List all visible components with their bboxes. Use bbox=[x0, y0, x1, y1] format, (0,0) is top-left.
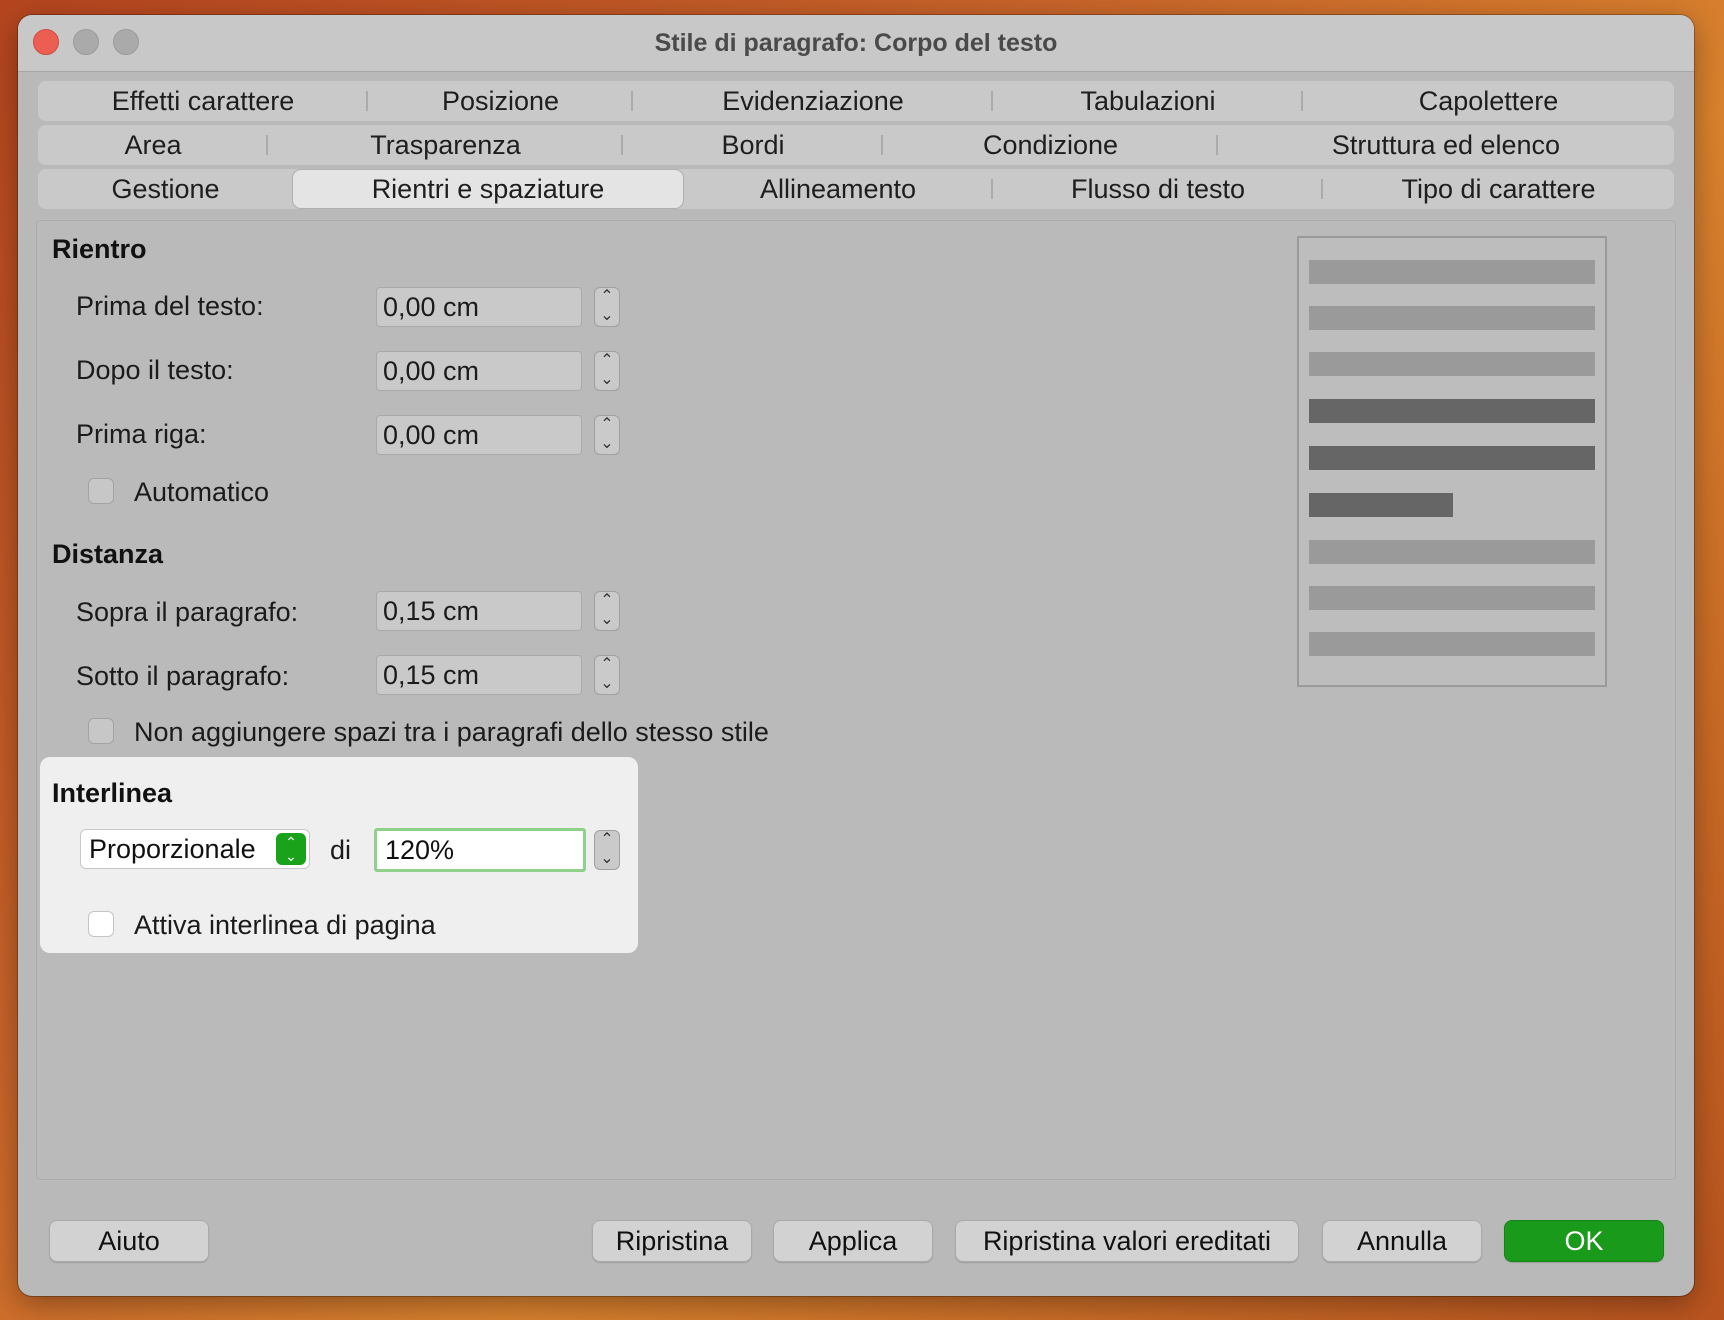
applica-button[interactable]: Applica bbox=[773, 1220, 933, 1262]
window-title: Stile di paragrafo: Corpo del testo bbox=[654, 29, 1058, 57]
section-distanza-heading: Distanza bbox=[52, 539, 164, 569]
sotto-il-paragrafo-input[interactable]: 0,15 cm bbox=[376, 655, 582, 695]
tab-row-3: Gestione Rientri e spaziature Allineamen… bbox=[38, 169, 1674, 209]
attiva-interlinea-di-pagina-checkbox[interactable] bbox=[88, 911, 114, 937]
sopra-il-paragrafo-spin-icon[interactable]: ⌃ ⌄ bbox=[594, 591, 620, 631]
sotto-il-paragrafo-spin-icon[interactable]: ⌃ ⌄ bbox=[594, 655, 620, 695]
annulla-button[interactable]: Annulla bbox=[1322, 1220, 1482, 1262]
tab-tipo-di-carattere[interactable]: Tipo di carattere bbox=[1323, 169, 1674, 209]
preview-line bbox=[1309, 306, 1595, 330]
prima-riga-spin-icon[interactable]: ⌃ ⌄ bbox=[594, 415, 620, 455]
tab-evidenziazione[interactable]: Evidenziazione bbox=[633, 81, 993, 121]
interlinea-spin-icon[interactable]: ⌃ ⌄ bbox=[594, 830, 620, 870]
automatico-checkbox[interactable] bbox=[88, 478, 114, 504]
dopo-il-testo-label: Dopo il testo: bbox=[76, 355, 234, 385]
sopra-il-paragrafo-label: Sopra il paragrafo: bbox=[76, 597, 299, 627]
preview-line-current bbox=[1309, 493, 1453, 517]
tab-tabulazioni[interactable]: Tabulazioni bbox=[993, 81, 1303, 121]
interlinea-mode-select[interactable]: Proporzionale ⌃ ⌄ bbox=[80, 829, 310, 869]
preview-line bbox=[1309, 540, 1595, 564]
tab-row-1: Effetti carattere Posizione Evidenziazio… bbox=[38, 81, 1674, 121]
preview-line-current bbox=[1309, 446, 1595, 470]
tab-struttura-ed-elenco[interactable]: Struttura ed elenco bbox=[1218, 125, 1674, 165]
preview-line bbox=[1309, 352, 1595, 376]
preview-line bbox=[1309, 260, 1595, 284]
ok-button[interactable]: OK bbox=[1504, 1220, 1664, 1262]
titlebar: Stile di paragrafo: Corpo del testo bbox=[18, 15, 1694, 72]
tab-area[interactable]: Area bbox=[38, 125, 268, 165]
interlinea-di-label: di bbox=[330, 835, 352, 865]
ripristina-valori-ereditati-button[interactable]: Ripristina valori ereditati bbox=[955, 1220, 1299, 1262]
preview-line bbox=[1309, 632, 1595, 656]
non-aggiungere-spazi-label: Non aggiungere spazi tra i paragrafi del… bbox=[134, 717, 769, 747]
prima-del-testo-label: Prima del testo: bbox=[76, 291, 264, 321]
section-rientro-heading: Rientro bbox=[52, 234, 147, 264]
tab-row-2: Area Trasparenza Bordi Condizione Strutt… bbox=[38, 125, 1674, 165]
tab-gestione[interactable]: Gestione bbox=[38, 169, 293, 209]
sotto-il-paragrafo-label: Sotto il paragrafo: bbox=[76, 661, 290, 691]
paragraph-preview bbox=[1297, 236, 1607, 687]
prima-del-testo-spin-icon[interactable]: ⌃ ⌄ bbox=[594, 287, 620, 327]
tab-rientri-e-spaziature[interactable]: Rientri e spaziature bbox=[293, 170, 683, 208]
preview-line bbox=[1309, 586, 1595, 610]
interlinea-mode-value: Proporzionale bbox=[89, 834, 256, 864]
tab-posizione[interactable]: Posizione bbox=[368, 81, 633, 121]
dopo-il-testo-input[interactable]: 0,00 cm bbox=[376, 351, 582, 391]
aiuto-button[interactable]: Aiuto bbox=[49, 1220, 209, 1262]
ripristina-button[interactable]: Ripristina bbox=[592, 1220, 752, 1262]
select-chevrons-icon: ⌃ ⌄ bbox=[276, 833, 306, 865]
tab-flusso-di-testo[interactable]: Flusso di testo bbox=[993, 169, 1323, 209]
interlinea-value-input[interactable]: 120% bbox=[374, 828, 586, 872]
section-interlinea-heading: Interlinea bbox=[52, 778, 173, 808]
prima-del-testo-input[interactable]: 0,00 cm bbox=[376, 287, 582, 327]
preview-line-current bbox=[1309, 399, 1595, 423]
non-aggiungere-spazi-checkbox[interactable] bbox=[88, 718, 114, 744]
prima-riga-input[interactable]: 0,00 cm bbox=[376, 415, 582, 455]
sopra-il-paragrafo-input[interactable]: 0,15 cm bbox=[376, 591, 582, 631]
attiva-interlinea-di-pagina-label: Attiva interlinea di pagina bbox=[134, 910, 436, 940]
automatico-label: Automatico bbox=[134, 477, 270, 507]
tab-allineamento[interactable]: Allineamento bbox=[683, 169, 993, 209]
tab-bordi[interactable]: Bordi bbox=[623, 125, 883, 165]
tab-condizione[interactable]: Condizione bbox=[883, 125, 1218, 165]
dopo-il-testo-spin-icon[interactable]: ⌃ ⌄ bbox=[594, 351, 620, 391]
tab-capolettere[interactable]: Capolettere bbox=[1303, 81, 1674, 121]
tab-trasparenza[interactable]: Trasparenza bbox=[268, 125, 623, 165]
tab-effetti-carattere[interactable]: Effetti carattere bbox=[38, 81, 368, 121]
dialog-window: Stile di paragrafo: Corpo del testo Effe… bbox=[18, 15, 1694, 1296]
prima-riga-label: Prima riga: bbox=[76, 419, 207, 449]
